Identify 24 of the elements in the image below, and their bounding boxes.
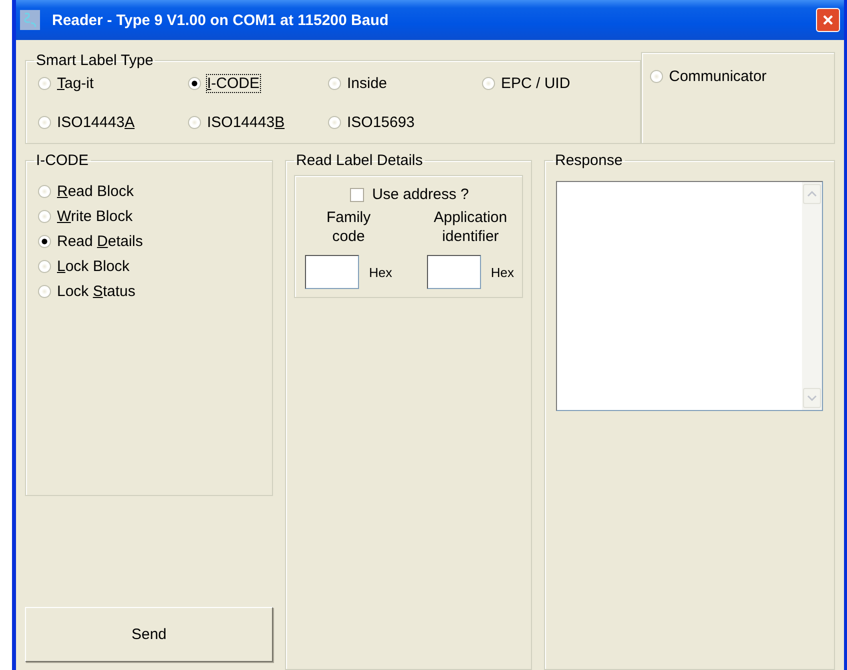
- radio-option[interactable]: ISO14443A: [38, 114, 188, 131]
- window-title: Reader - Type 9 V1.00 on COM1 at 115200 Baud: [52, 12, 390, 28]
- radio-option[interactable]: EPC / UID: [482, 75, 622, 92]
- use-address-checkbox[interactable]: Use address ?: [350, 186, 469, 203]
- radio-option[interactable]: ISO14443B: [188, 114, 328, 131]
- field-label: Family code: [325, 209, 372, 247]
- radio-option[interactable]: Communicator: [650, 68, 826, 85]
- group-title: Read Label Details: [295, 152, 424, 169]
- radio-option[interactable]: Write Block: [38, 208, 260, 225]
- field-label: Application identifier: [432, 209, 508, 247]
- radio-option[interactable]: I-CODE: [188, 75, 328, 92]
- radio-option[interactable]: Lock Block: [38, 258, 260, 275]
- radio-option[interactable]: ISO15693: [328, 114, 482, 131]
- radio-option[interactable]: Inside: [328, 75, 482, 92]
- unit-label: Hex: [369, 264, 392, 280]
- radio-option[interactable]: Lock Status: [38, 283, 260, 300]
- unit-label: Hex: [490, 264, 514, 280]
- radio-option[interactable]: Tag-it: [38, 75, 188, 92]
- radio-option[interactable]: Read Details: [38, 233, 260, 250]
- group-title: Response: [554, 152, 624, 169]
- send-button[interactable]: Send: [25, 607, 273, 662]
- group-title: Smart Label Type: [35, 52, 154, 69]
- group-title: I-CODE: [35, 152, 90, 169]
- radio-option[interactable]: Read Block: [38, 183, 260, 200]
